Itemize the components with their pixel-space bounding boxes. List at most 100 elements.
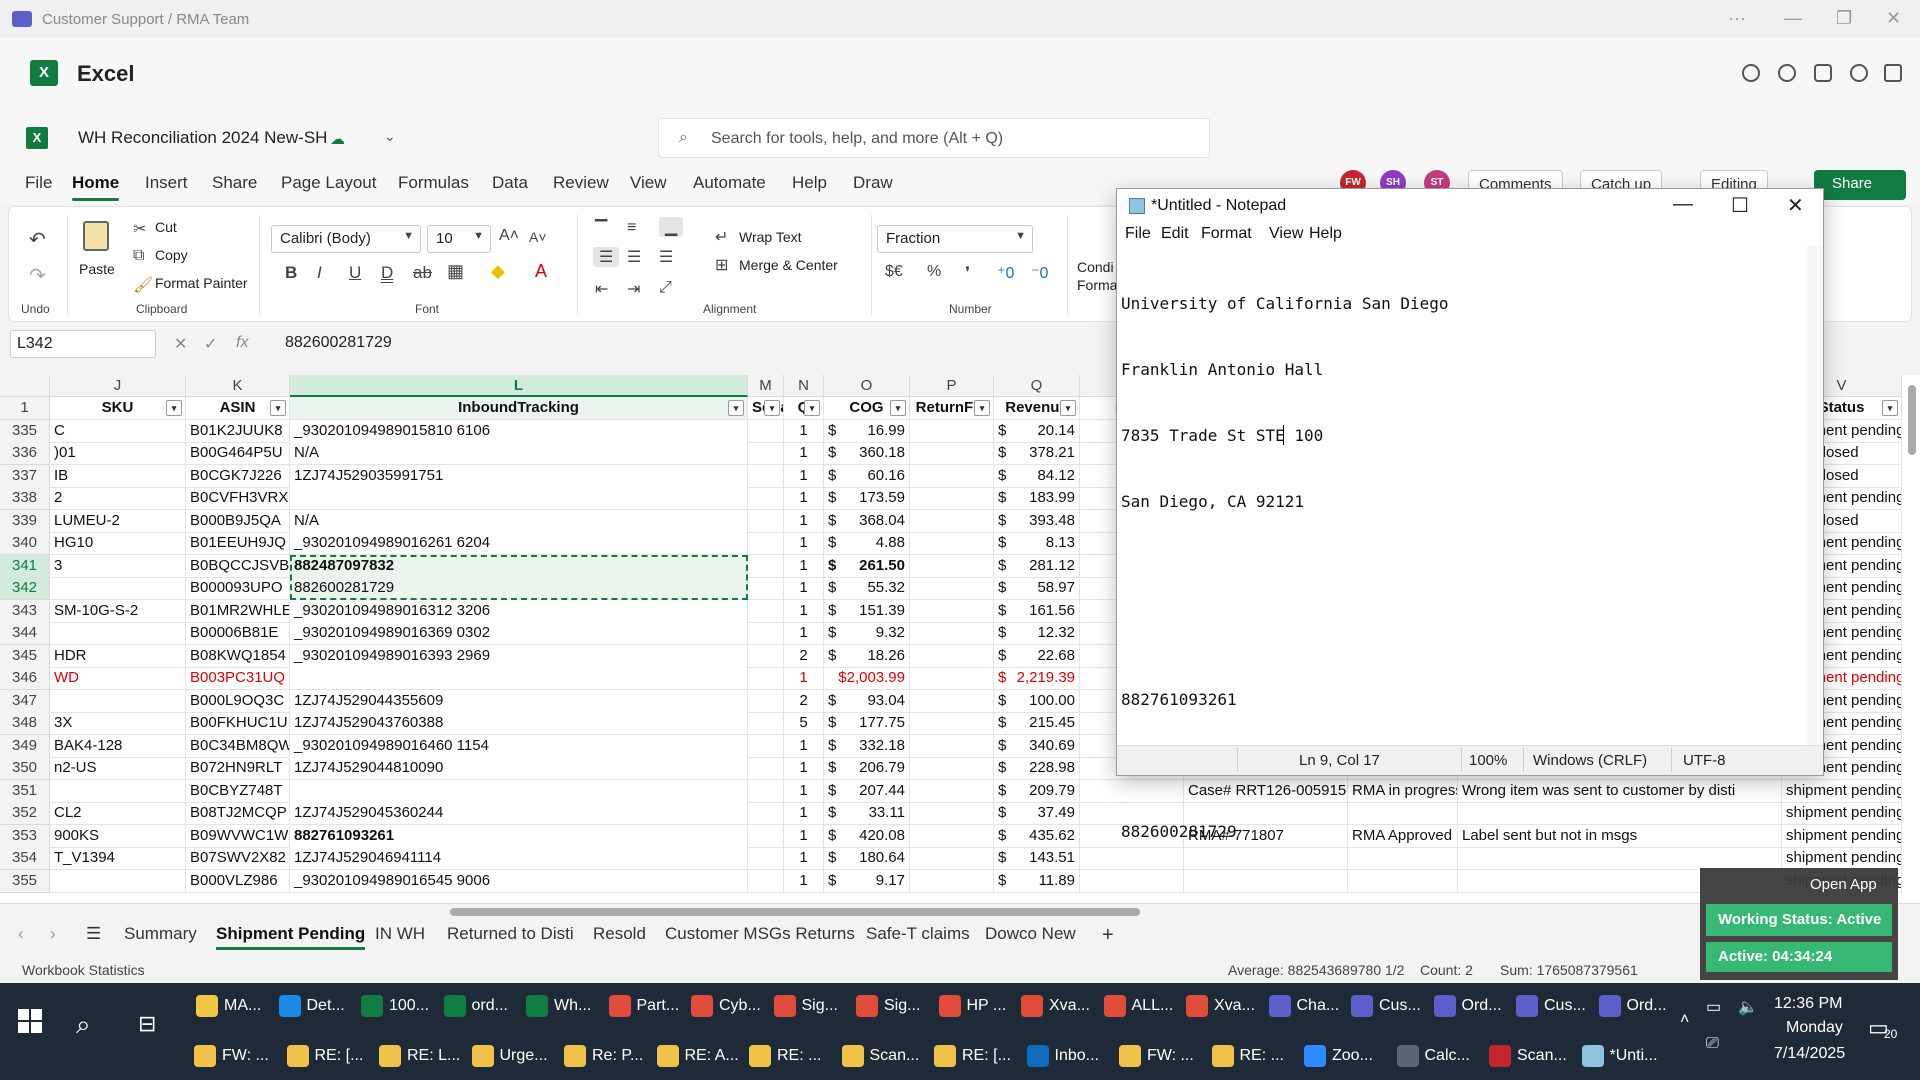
tab-review[interactable]: Review [553,173,609,193]
table-header-cell[interactable]: ReturnFre ▾ [910,397,994,420]
link-icon[interactable] [1814,64,1832,82]
cut-button[interactable]: Cut [155,219,177,235]
table-cell-sku[interactable] [50,779,186,803]
table-cell-tracking[interactable]: _930201094989016545 9006 [290,869,748,893]
notepad-menu-edit[interactable]: Edit [1161,225,1189,243]
table-cell-serial[interactable] [748,757,784,780]
notepad-text-area[interactable]: University of California San Diego Frank… [1121,249,1801,841]
increase-indent-icon[interactable]: ⇥ [627,279,640,299]
borders-icon[interactable]: ▦ [447,261,464,282]
sheet-tab-returned-to-disti[interactable]: Returned to Disti [447,924,574,944]
taskbar-app-button[interactable]: RE: ... [1211,1035,1284,1075]
merge-center-button[interactable]: Merge & Center [739,257,838,273]
table-cell-qty[interactable]: 1 [784,599,824,623]
taskbar-app-button[interactable]: Cha... [1268,985,1339,1025]
table-cell-revenue[interactable]: $215.45 [994,712,1080,735]
row-header[interactable]: 347 [0,689,50,713]
taskbar-app-button[interactable]: RE: [... [934,1035,1011,1075]
table-cell-serial[interactable] [748,442,784,465]
table-cell-serial[interactable] [748,622,784,645]
table-cell-qty[interactable]: 2 [784,644,824,668]
table-cell-revenue[interactable]: $22.68 [994,644,1080,668]
number-format-select[interactable]: Fraction ▼ [877,225,1033,253]
notepad-menu-format[interactable]: Format [1201,225,1252,243]
align-top-icon[interactable]: ▔ [595,219,607,239]
table-cell-cog[interactable]: $16.99 [824,419,910,443]
chat-icon[interactable] [1742,64,1760,82]
wrap-text-icon[interactable]: ↵ [715,227,728,247]
table-cell-cog[interactable]: $4.88 [824,532,910,555]
table-cell-asin[interactable]: B072HN9RLT [186,757,290,780]
table-cell-asin[interactable]: B00FKHUC1U [186,712,290,735]
taskbar-app-button[interactable]: Urge... [471,1035,548,1075]
add-sheet-icon[interactable]: + [1102,924,1114,947]
taskbar-app-button[interactable]: Ord... [1598,985,1667,1025]
table-cell-return-fee[interactable] [910,577,994,600]
sheet-tab-resold[interactable]: Resold [593,924,646,944]
table-cell-return-fee[interactable] [910,847,994,870]
taskbar-app-button[interactable]: ord... [443,985,508,1025]
underline-icon[interactable]: U [349,263,361,283]
sheet-tab-in-wh[interactable]: IN WH [375,924,425,944]
table-cell-serial[interactable] [748,667,784,690]
table-cell-revenue[interactable]: $393.48 [994,509,1080,533]
row-header[interactable]: 355 [0,869,50,893]
table-cell-cog[interactable]: $180.64 [824,847,910,870]
taskbar-app-button[interactable]: Xva... [1021,985,1090,1025]
table-cell-return-fee[interactable] [910,487,994,510]
table-cell-sku[interactable]: SM-10G-S-2 [50,599,186,623]
paste-icon[interactable] [83,221,109,251]
row-header[interactable]: 351 [0,779,50,803]
task-view-icon[interactable]: ⊟ [138,1011,156,1037]
workbook-statistics[interactable]: Workbook Statistics [22,962,145,978]
table-cell-tracking[interactable]: 882761093261 [290,824,748,848]
table-cell-serial[interactable] [748,487,784,510]
table-cell-revenue[interactable]: $228.98 [994,757,1080,780]
table-cell-revenue[interactable]: $2,219.39 [994,667,1080,690]
table-cell-serial[interactable] [748,419,784,443]
cancel-icon[interactable]: ✕ [174,334,187,354]
minimize-icon[interactable]: — [1673,193,1693,216]
undo-icon[interactable]: ↶ [29,227,46,252]
row-header[interactable]: 352 [0,802,50,825]
check-icon[interactable]: ✓ [204,334,217,354]
taskbar-app-button[interactable]: Wh... [526,985,591,1025]
column-header-q[interactable]: Q [994,375,1080,397]
row-header[interactable]: 345 [0,644,50,668]
horizontal-scrollbar[interactable] [450,908,1140,916]
tab-formulas[interactable]: Formulas [398,173,469,193]
notepad-menu-view[interactable]: View [1269,225,1303,243]
table-cell-sku[interactable]: LUMEU-2 [50,509,186,533]
font-size-select[interactable]: 10 ▼ [427,225,491,253]
table-cell-cog[interactable]: $9.17 [824,869,910,893]
merge-center-icon[interactable]: ⊞ [715,255,728,275]
taskbar-app-button[interactable]: Xva... [1186,985,1255,1025]
table-cell-asin[interactable]: B01EEUH9JQ [186,532,290,555]
increase-font-icon[interactable]: A˄ [499,227,519,245]
column-header-p[interactable]: P [910,375,994,397]
document-name[interactable]: WH Reconciliation 2024 New-SH [78,128,327,148]
table-cell-revenue[interactable]: $37.49 [994,802,1080,825]
table-cell-asin[interactable]: B0C34BM8QW [186,734,290,758]
network-icon[interactable]: ⎚ [1706,1035,1719,1053]
minimize-icon[interactable]: — [1784,8,1802,29]
bold-icon[interactable]: B [285,263,297,283]
table-cell-qty[interactable]: 1 [784,509,824,533]
wrap-text-button[interactable]: Wrap Text [739,229,802,245]
taskbar-app-button[interactable]: FW: ... [194,1035,269,1075]
taskbar-app-button[interactable]: Part... [608,985,679,1025]
percent-icon[interactable]: % [927,263,941,281]
table-cell-return-fee[interactable] [910,622,994,645]
table-cell-cog[interactable]: $55.32 [824,577,910,600]
table-cell-revenue[interactable]: $209.79 [994,779,1080,803]
fill-color-icon[interactable]: ◆ [491,261,505,282]
table-cell-qty[interactable]: 1 [784,734,824,758]
table-cell-tracking[interactable] [290,487,748,510]
filter-dropdown-icon[interactable]: ▾ [270,400,286,416]
open-app-button[interactable]: Open App [1810,876,1877,893]
table-cell-sku[interactable]: BAK4-128 [50,734,186,758]
tab-draw[interactable]: Draw [853,173,893,193]
table-cell-return-fee[interactable] [910,689,994,713]
table-header-cell[interactable]: InboundTracking ▾ [290,397,748,420]
table-cell-tracking[interactable]: 1ZJ74J529046941114 [290,847,748,870]
